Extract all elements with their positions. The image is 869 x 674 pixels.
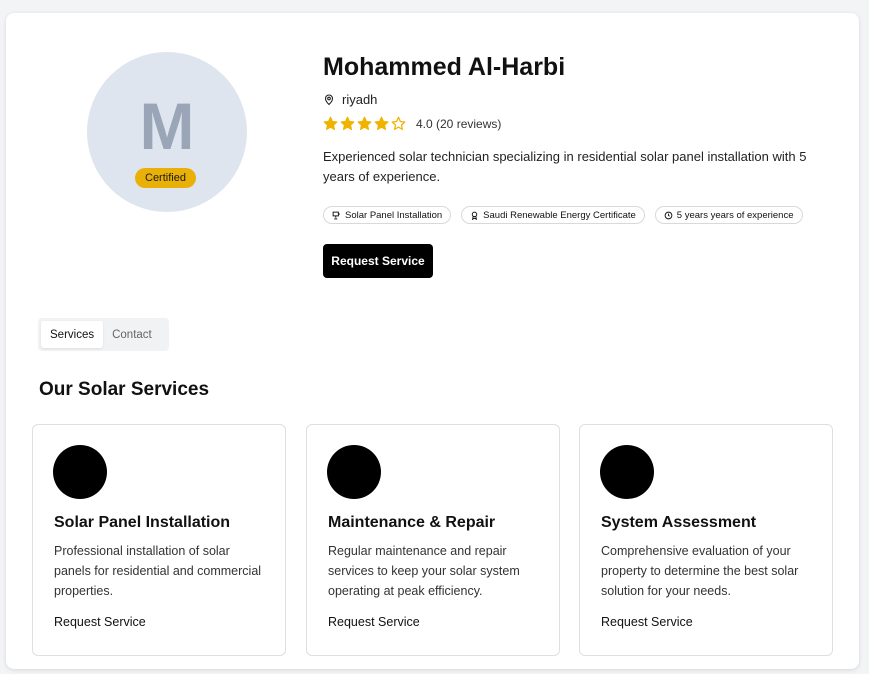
service-title: Solar Panel Installation xyxy=(54,514,231,531)
map-pin-icon xyxy=(324,94,334,106)
rating: 4.0 (20 reviews) xyxy=(323,116,501,131)
service-description: Comprehensive evaluation of your propert… xyxy=(601,544,799,598)
profile-description: Experienced solar technician specializin… xyxy=(323,149,807,184)
certified-badge: Certified xyxy=(135,168,196,188)
tag-label: 5 years years of experience xyxy=(676,209,794,221)
service-description: Professional installation of solar panel… xyxy=(54,544,262,598)
star-filled-icon xyxy=(323,116,338,130)
service-icon xyxy=(327,445,381,499)
tab-bar: Services Contact xyxy=(38,318,169,351)
star-filled-icon xyxy=(340,116,355,130)
star-filled-icon xyxy=(374,116,389,130)
clock-icon xyxy=(664,211,673,219)
service-card: Maintenance & Repair Regular maintenance… xyxy=(306,424,560,656)
service-title: System Assessment xyxy=(601,514,757,531)
star-filled-icon xyxy=(357,116,372,130)
avatar-initial: M xyxy=(139,89,195,163)
avatar: M Certified xyxy=(87,52,247,212)
award-icon xyxy=(471,211,478,220)
tab-services[interactable]: Services xyxy=(41,321,104,348)
tag-certificate: Saudi Renewable Energy Certificate xyxy=(461,206,645,224)
tag-label: Solar Panel Installation xyxy=(345,209,443,221)
location: riyadh xyxy=(323,92,377,107)
profile-card: M Certified Mohammed Al-Harbi riyadh 4.0… xyxy=(6,13,859,669)
panel-icon xyxy=(332,211,340,219)
service-title: Maintenance & Repair xyxy=(328,514,496,531)
rating-text: 4.0 (20 reviews) xyxy=(416,116,502,131)
star-empty-icon xyxy=(391,116,406,130)
service-request-link[interactable]: Request Service xyxy=(601,615,693,629)
tag-label: Saudi Renewable Energy Certificate xyxy=(483,209,636,221)
service-request-link[interactable]: Request Service xyxy=(54,615,146,629)
service-icon xyxy=(600,445,654,499)
tag-solar-panel-installation: Solar Panel Installation xyxy=(323,206,452,224)
service-card: System Assessment Comprehensive evaluati… xyxy=(579,424,833,656)
profile-tags: Solar Panel Installation Saudi Renewable… xyxy=(323,206,803,224)
service-request-link[interactable]: Request Service xyxy=(328,615,420,629)
tag-experience: 5 years years of experience xyxy=(654,206,803,224)
location-text: riyadh xyxy=(342,92,378,107)
tab-contact[interactable]: Contact xyxy=(103,321,161,348)
profile-name: Mohammed Al-Harbi xyxy=(323,53,566,81)
service-card: Solar Panel Installation Professional in… xyxy=(32,424,286,656)
rating-stars xyxy=(323,116,406,131)
request-service-button[interactable]: Request Service xyxy=(323,244,433,278)
service-icon xyxy=(53,445,107,499)
service-description: Regular maintenance and repair services … xyxy=(328,544,520,598)
services-section-title: Our Solar Services xyxy=(39,379,210,400)
